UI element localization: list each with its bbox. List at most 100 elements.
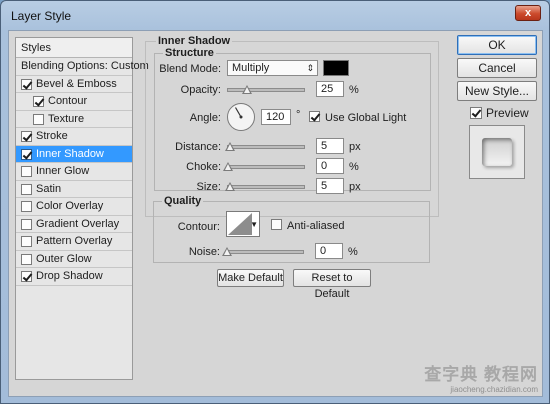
opacity-unit: % — [349, 84, 359, 96]
angle-input[interactable]: 120 — [261, 109, 291, 125]
style-checkbox-bevel-emboss[interactable] — [21, 78, 32, 90]
noise-input[interactable]: 0 — [315, 243, 343, 259]
style-item-inner-shadow[interactable]: Inner Shadow — [16, 145, 132, 163]
style-checkbox-texture[interactable] — [33, 113, 44, 125]
angle-unit: ° — [296, 109, 301, 121]
choke-slider-thumb[interactable] — [223, 162, 233, 171]
size-unit: px — [349, 181, 361, 193]
size-slider[interactable] — [224, 182, 305, 191]
noise-unit: % — [348, 246, 358, 258]
style-item-drop-shadow[interactable]: Drop Shadow — [16, 268, 132, 286]
opacity-slider-thumb[interactable] — [242, 85, 252, 94]
size-slider-thumb[interactable] — [224, 182, 235, 191]
window-title: Layer Style — [11, 9, 72, 23]
style-item-satin[interactable]: Satin — [16, 181, 132, 198]
watermark-url: jiaocheng.chazidian.com — [450, 385, 538, 394]
distance-slider[interactable] — [224, 142, 305, 151]
style-item-texture[interactable]: Texture — [16, 111, 132, 128]
style-item-label: Pattern Overlay — [36, 235, 113, 247]
choke-label: Choke: — [186, 161, 221, 173]
style-checkbox-color-overlay[interactable] — [21, 201, 32, 212]
style-checkbox-pattern-overlay[interactable] — [21, 236, 32, 247]
blend-mode-value: Multiply — [232, 62, 270, 74]
dropdown-arrow-icon: ▼ — [250, 220, 258, 229]
style-item-label: Color Overlay — [36, 200, 104, 212]
style-checkbox-outer-glow[interactable] — [21, 253, 32, 265]
angle-dial[interactable] — [227, 103, 255, 131]
structure-legend: Structure — [163, 47, 216, 59]
style-checkbox-drop-shadow[interactable] — [21, 271, 32, 282]
angle-needle-icon — [234, 107, 243, 119]
reset-to-default-button[interactable]: Reset to Default — [293, 269, 371, 300]
style-item-label: Stroke — [36, 130, 68, 142]
style-item-blending-options-custom[interactable]: Blending Options: Custom — [16, 58, 149, 76]
style-item-outer-glow[interactable]: Outer Glow — [16, 251, 132, 268]
style-item-label: Bevel & Emboss — [36, 77, 117, 90]
cancel-button[interactable]: Cancel — [457, 58, 537, 78]
make-default-button[interactable]: Make Default — [217, 269, 284, 287]
preview-swatch — [482, 138, 512, 166]
style-checkbox-inner-shadow[interactable] — [21, 148, 32, 160]
watermark-title: 查字典 教程网 — [424, 365, 538, 384]
preview-label[interactable]: Preview — [486, 106, 529, 120]
style-item-label: Inner Glow — [36, 165, 90, 177]
style-item-bevel-emboss[interactable]: Bevel & Emboss — [16, 76, 132, 93]
style-preview-thumbnail — [469, 125, 525, 179]
style-item-inner-glow[interactable]: Inner Glow — [16, 163, 132, 181]
use-global-light-checkbox[interactable] — [309, 111, 320, 122]
style-item-gradient-overlay[interactable]: Gradient Overlay — [16, 216, 132, 233]
opacity-input[interactable]: 25 — [316, 81, 344, 97]
style-checkbox-satin[interactable] — [21, 183, 32, 195]
layer-style-window: Layer Style x Styles Blending Options: C… — [0, 0, 550, 404]
style-checkbox-contour[interactable] — [33, 96, 44, 107]
anti-aliased-checkbox[interactable] — [271, 219, 282, 230]
structure-group: Structure Blend Mode: Multiply ⇕ Opacity… — [154, 47, 431, 194]
new-style-button[interactable]: New Style... — [457, 81, 537, 101]
angle-label: Angle: — [189, 112, 221, 124]
blend-mode-select[interactable]: Multiply ⇕ — [227, 60, 318, 76]
distance-unit: px — [349, 141, 361, 153]
style-item-label: Contour — [48, 95, 88, 107]
style-item-label: Satin — [36, 182, 62, 195]
close-button[interactable]: x — [515, 5, 541, 21]
styles-list-header[interactable]: Styles — [16, 38, 132, 58]
shadow-color-swatch[interactable] — [323, 60, 349, 76]
dialog-client: Styles Blending Options: Custom Bevel & E… — [8, 30, 543, 397]
style-item-pattern-overlay[interactable]: Pattern Overlay — [16, 233, 132, 251]
opacity-slider[interactable] — [227, 85, 305, 94]
style-item-label: Blending Options: Custom — [21, 60, 149, 72]
preview-checkbox[interactable] — [470, 107, 482, 119]
styles-list: Styles Blending Options: Custom Bevel & E… — [15, 37, 149, 380]
panel-title: Inner Shadow — [156, 35, 233, 47]
choke-slider[interactable] — [223, 162, 305, 171]
size-label: Size: — [196, 181, 221, 193]
quality-legend: Quality — [162, 195, 204, 207]
quality-group: Quality Contour: ▼ Anti-aliased Noise: 0… — [153, 195, 430, 263]
style-checkbox-stroke[interactable] — [21, 131, 32, 142]
title-bar[interactable]: Layer Style x — [1, 1, 549, 29]
distance-slider-thumb[interactable] — [224, 142, 235, 151]
style-item-label: Gradient Overlay — [36, 217, 120, 230]
choke-unit: % — [349, 161, 359, 173]
ok-button[interactable]: OK — [457, 35, 537, 55]
use-global-light-label[interactable]: Use Global Light — [325, 112, 406, 124]
noise-slider-thumb[interactable] — [222, 247, 232, 256]
style-item-contour[interactable]: Contour — [16, 93, 132, 111]
distance-input[interactable]: 5 — [316, 138, 344, 154]
style-checkbox-inner-glow[interactable] — [21, 166, 32, 177]
contour-picker[interactable]: ▼ — [226, 211, 260, 237]
inner-shadow-group: Inner Shadow Structure Blend Mode: Multi… — [145, 35, 439, 217]
style-item-label: Drop Shadow — [36, 270, 103, 282]
contour-label: Contour: — [177, 221, 220, 233]
style-item-label: Outer Glow — [36, 252, 92, 265]
blend-mode-label: Blend Mode: — [159, 63, 221, 75]
updown-arrow-icon: ⇕ — [306, 63, 314, 73]
noise-label: Noise: — [188, 246, 220, 258]
style-item-stroke[interactable]: Stroke — [16, 128, 132, 146]
size-input[interactable]: 5 — [316, 178, 344, 194]
choke-input[interactable]: 0 — [316, 158, 344, 174]
style-item-color-overlay[interactable]: Color Overlay — [16, 198, 132, 216]
noise-slider[interactable] — [222, 247, 304, 256]
style-checkbox-gradient-overlay[interactable] — [21, 218, 32, 230]
anti-aliased-label[interactable]: Anti-aliased — [287, 220, 344, 232]
